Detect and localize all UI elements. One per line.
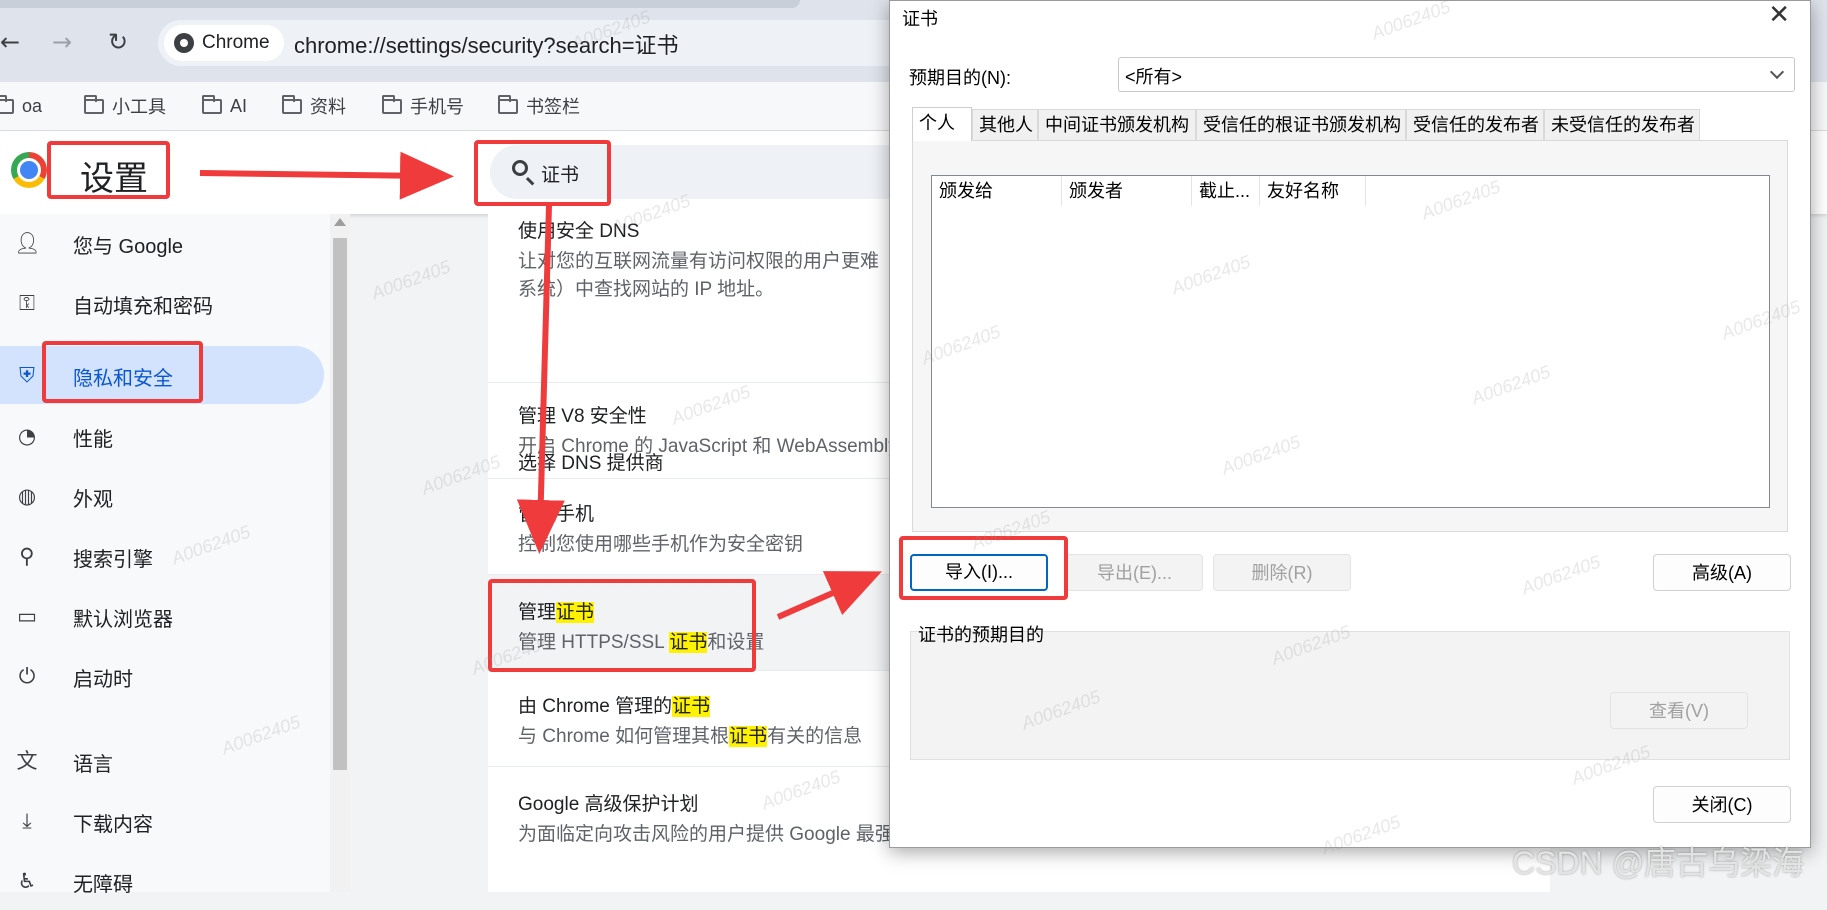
- chrome-icon: [174, 33, 194, 53]
- folder-icon: [202, 94, 222, 114]
- folder-icon: [0, 94, 14, 114]
- browser-window-icon: ▭: [17, 604, 37, 628]
- advanced-button[interactable]: 高级(A): [1653, 554, 1791, 591]
- bookmark-bar-folder[interactable]: 书签栏: [498, 82, 580, 130]
- search-highlight: 证书: [729, 726, 768, 747]
- reload-icon[interactable]: ↻: [100, 24, 136, 60]
- watermark: A0062405: [368, 256, 453, 304]
- bookmark-materials[interactable]: 资料: [282, 82, 346, 130]
- row-desc: 系统）中查找网站的 IP 地址。: [518, 279, 775, 300]
- key-icon: ⚿: [19, 291, 35, 315]
- sidebar-item-search-engine[interactable]: ⚲ 搜索引擎: [0, 527, 324, 585]
- row-title: 由 Chrome 管理的证书: [518, 696, 711, 717]
- search-icon: ⚲: [19, 544, 35, 568]
- tab-intermediate-ca[interactable]: 中间证书颁发机构: [1038, 109, 1196, 140]
- intended-purpose-label: 预期目的(N):: [909, 68, 1011, 88]
- bookmark-oa[interactable]: oa: [0, 82, 42, 130]
- tab-personal[interactable]: 个人: [912, 107, 972, 141]
- annotation-box-settings: [47, 141, 170, 199]
- folder-icon: [498, 94, 518, 114]
- search-highlight: 证书: [672, 696, 711, 717]
- column-header-expiration[interactable]: 截止...: [1192, 176, 1260, 206]
- export-button[interactable]: 导出(E)...: [1066, 554, 1203, 591]
- row-title: 管理 V8 安全性: [518, 406, 647, 427]
- intended-purposes-label: 证书的预期目的: [918, 625, 1044, 645]
- intended-purpose-select[interactable]: <所有>: [1118, 57, 1795, 92]
- accessibility-icon: ♿︎: [17, 869, 37, 893]
- sidebar-scroll-thumb[interactable]: [333, 238, 347, 770]
- bookmark-ai[interactable]: AI: [202, 82, 247, 130]
- row-desc: 让对您的互联网流量有访问权限的用户更难: [518, 251, 880, 272]
- site-chip-label: Chrome: [202, 32, 270, 53]
- person-icon: 👤︎: [14, 231, 41, 255]
- close-icon[interactable]: ✕: [1768, 1, 1790, 29]
- close-button[interactable]: 关闭(C): [1653, 786, 1791, 823]
- row-desc: 控制您使用哪些手机作为安全密钥: [518, 534, 804, 555]
- certificate-list[interactable]: 颁发给 颁发者 截止... 友好名称: [931, 175, 1770, 508]
- annotation-box-privacy: [42, 341, 203, 403]
- power-icon: ⏻: [18, 664, 36, 688]
- sidebar-item-on-startup[interactable]: ⏻ 启动时: [0, 647, 324, 705]
- tab-trusted-publishers[interactable]: 受信任的发布者: [1406, 109, 1544, 140]
- forward-arrow-icon[interactable]: →: [44, 24, 80, 60]
- tab-trusted-root-ca[interactable]: 受信任的根证书颁发机构: [1196, 109, 1406, 140]
- sidebar-item-accessibility[interactable]: ♿︎ 无障碍: [0, 852, 324, 910]
- sidebar-item-downloads[interactable]: ⤓ 下载内容: [0, 792, 324, 850]
- row-title: 管理手机: [518, 504, 595, 525]
- row-title: Google 高级保护计划: [518, 794, 699, 815]
- palette-icon: ◍: [17, 484, 37, 508]
- annotation-box-search: [474, 140, 611, 206]
- folder-icon: [84, 94, 104, 114]
- sidebar-item-default-browser[interactable]: ▭ 默认浏览器: [0, 587, 324, 645]
- download-icon: ⤓: [22, 809, 32, 833]
- column-header-friendly-name[interactable]: 友好名称: [1260, 176, 1366, 206]
- column-header-issued-by[interactable]: 颁发者: [1062, 176, 1192, 206]
- folder-icon: [382, 94, 402, 114]
- translate-icon: 文: [16, 749, 38, 773]
- scroll-up-arrow-icon[interactable]: [334, 218, 346, 226]
- back-arrow-icon[interactable]: ←: [0, 24, 28, 60]
- bookmark-phone[interactable]: 手机号: [382, 82, 464, 130]
- settings-sidebar: 👤︎ 您与 Google ⚿ 自动填充和密码 ⛨ 隐私和安全 ◔ 性能 ◍ 外观 ⚲ 搜索引…: [0, 214, 330, 896]
- bookmark-tools[interactable]: 小工具: [84, 82, 166, 130]
- chevron-down-icon: [1769, 64, 1785, 80]
- tab-untrusted-publishers[interactable]: 未受信任的发布者: [1544, 109, 1700, 140]
- view-button[interactable]: 查看(V): [1610, 692, 1748, 729]
- address-bar[interactable]: Chrome chrome://settings/security?search…: [158, 20, 918, 66]
- column-header-issued-to[interactable]: 颁发给: [932, 176, 1062, 206]
- sidebar-item-you-and-google[interactable]: 👤︎ 您与 Google: [0, 214, 324, 272]
- site-chip[interactable]: Chrome: [164, 25, 284, 61]
- intended-purpose-value: <所有>: [1125, 67, 1183, 87]
- dialog-title: 证书: [902, 9, 938, 29]
- tab-strip: [0, 0, 800, 8]
- csdn-credit-watermark: CSDN @唐古乌梁海: [1512, 845, 1805, 881]
- sidebar-item-autofill[interactable]: ⚿ 自动填充和密码: [0, 274, 324, 332]
- row-desc: 开启 Chrome 的 JavaScript 和 WebAssembly: [518, 436, 898, 457]
- gauge-icon: ◔: [17, 424, 37, 448]
- tab-other-people[interactable]: 其他人: [972, 109, 1038, 140]
- sidebar-item-appearance[interactable]: ◍ 外观: [0, 467, 324, 525]
- folder-icon: [282, 94, 302, 114]
- shield-icon: ⛨: [19, 363, 35, 387]
- remove-button[interactable]: 删除(R): [1213, 554, 1351, 591]
- row-desc: 为面临定向攻击风险的用户提供 Google 最强: [518, 824, 894, 845]
- row-desc: 与 Chrome 如何管理其根证书有关的信息: [518, 726, 863, 747]
- sidebar-item-performance[interactable]: ◔ 性能: [0, 407, 324, 465]
- chrome-logo-icon: [11, 152, 47, 188]
